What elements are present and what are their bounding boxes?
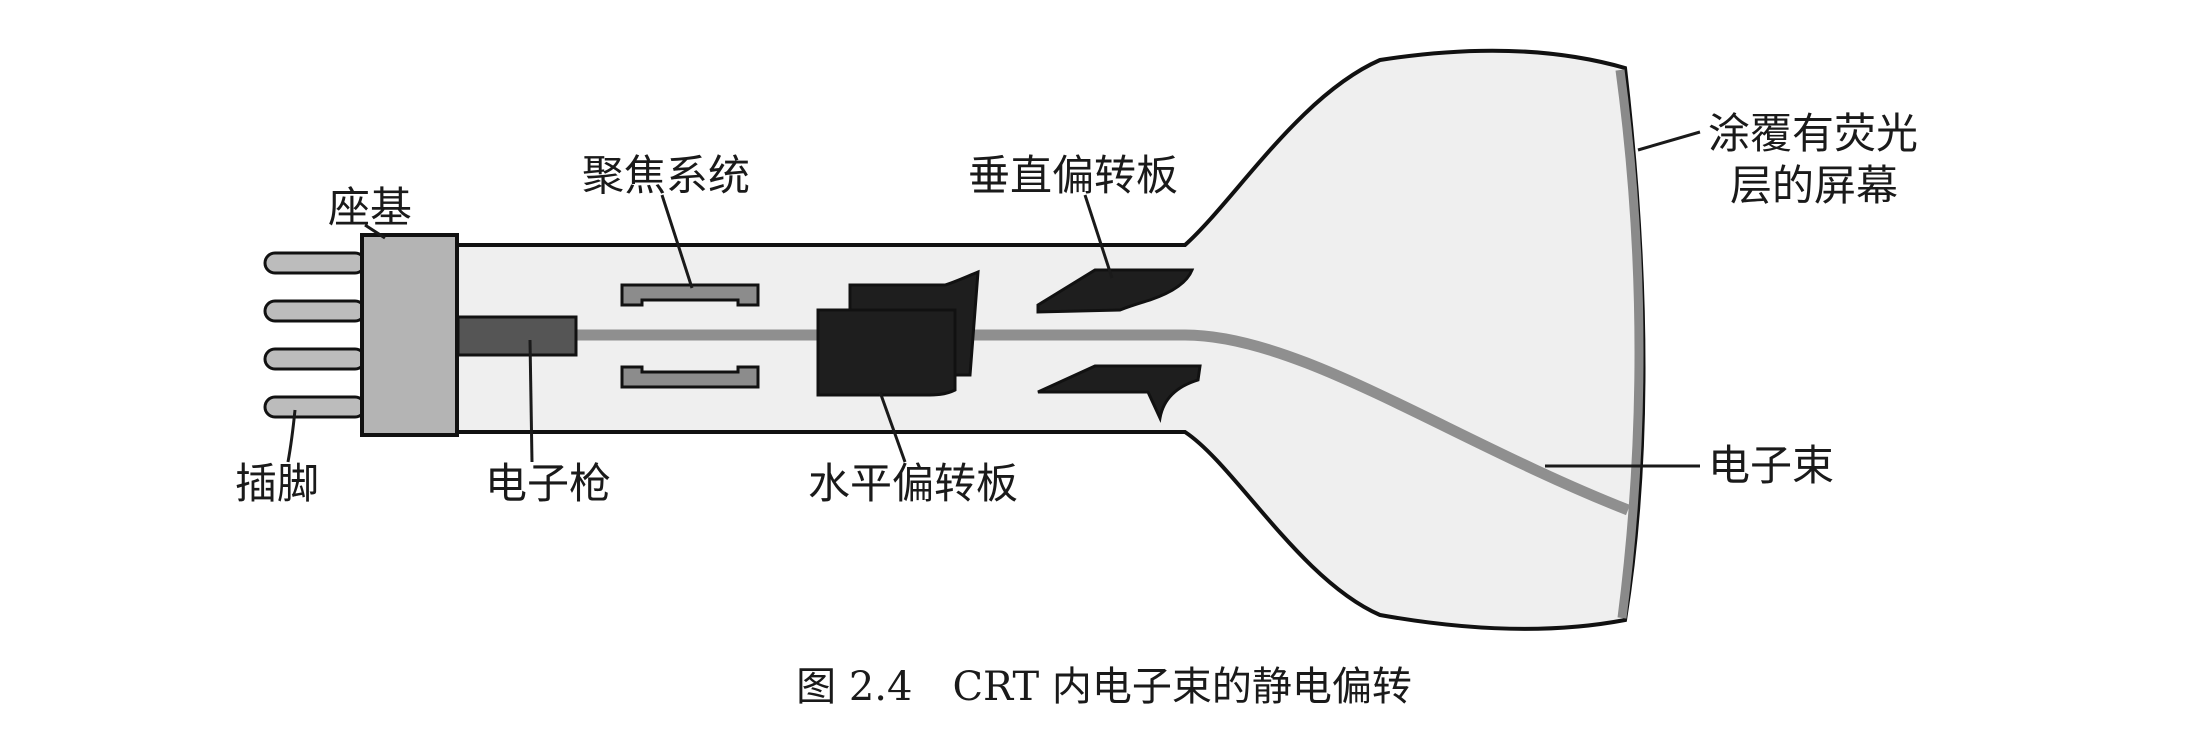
leader-gun (528, 339, 534, 463)
electron-gun (456, 315, 578, 357)
label-electron-beam: 电子束 (1708, 441, 1834, 490)
pin (263, 395, 367, 419)
label-focusing-system: 聚焦系统 (582, 151, 750, 200)
tube-base (360, 233, 459, 437)
label-base: 座基 (328, 183, 412, 232)
pin (263, 251, 367, 275)
pin (263, 299, 367, 323)
crt-diagram: 座基 插脚 聚焦系统 垂直偏转板 电子枪 水平偏转板 涂覆有荧光 层的屏幕 电子… (235, 48, 1918, 710)
figure-caption: 图 2.4 CRT 内电子束的静电偏转 (796, 664, 1412, 710)
label-horizontal-plates: 水平偏转板 (808, 459, 1018, 508)
pin (263, 347, 367, 371)
pins (263, 251, 367, 419)
leader-screen (1637, 130, 1701, 152)
label-pins: 插脚 (235, 459, 319, 508)
label-screen-line2: 层的屏幕 (1730, 161, 1898, 210)
label-electron-gun: 电子枪 (485, 459, 611, 508)
horizontal-plate-front (816, 308, 957, 397)
label-screen-line1: 涂覆有荧光 (1708, 109, 1918, 158)
label-vertical-plates: 垂直偏转板 (968, 151, 1178, 200)
